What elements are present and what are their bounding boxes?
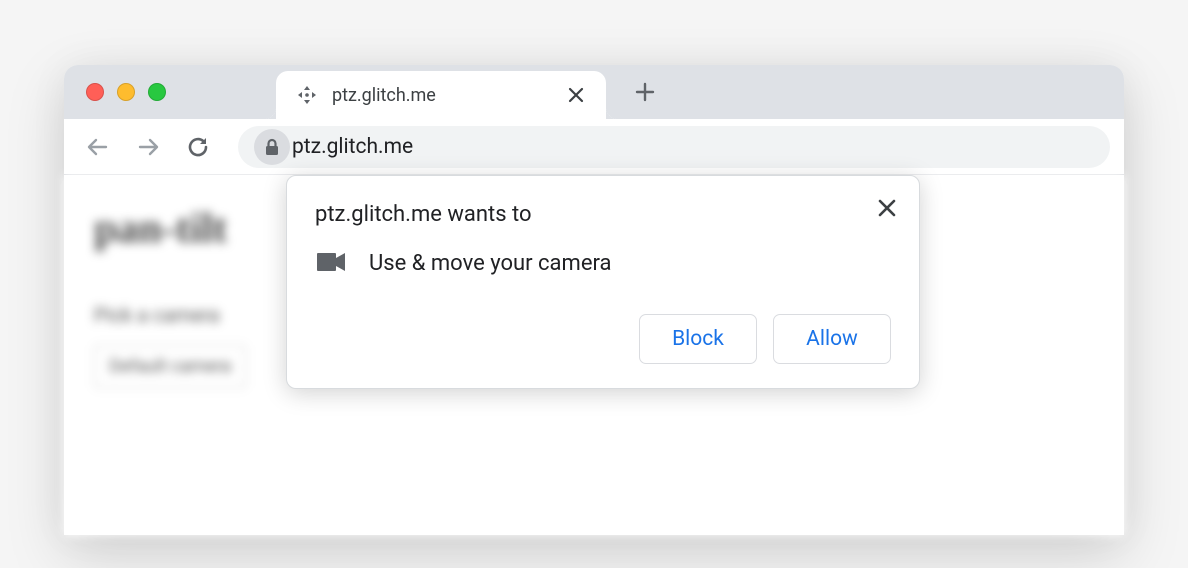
arrow-right-icon	[135, 134, 161, 160]
close-icon	[568, 87, 584, 103]
permission-row: Use & move your camera	[315, 251, 891, 276]
minimize-window-button[interactable]	[117, 83, 135, 101]
permission-prompt: ptz.glitch.me wants to Use & move your c…	[286, 175, 920, 389]
back-button[interactable]	[78, 127, 118, 167]
camera-icon	[317, 252, 345, 276]
new-tab-button[interactable]	[624, 71, 666, 113]
toolbar: ptz.glitch.me	[64, 119, 1124, 175]
forward-button[interactable]	[128, 127, 168, 167]
reload-button[interactable]	[178, 127, 218, 167]
browser-window: ptz.glitch.me	[64, 65, 1124, 535]
maximize-window-button[interactable]	[148, 83, 166, 101]
dismiss-prompt-button[interactable]	[873, 194, 901, 222]
tab-title: ptz.glitch.me	[332, 85, 550, 106]
close-window-button[interactable]	[86, 83, 104, 101]
address-bar[interactable]: ptz.glitch.me	[238, 126, 1110, 168]
permission-text: Use & move your camera	[369, 251, 611, 276]
allow-button[interactable]: Allow	[773, 314, 891, 364]
reload-icon	[186, 135, 210, 159]
lock-icon	[264, 138, 280, 156]
site-info-button[interactable]	[254, 129, 290, 165]
browser-tab[interactable]: ptz.glitch.me	[276, 71, 606, 119]
close-icon	[878, 199, 896, 217]
move-icon	[296, 84, 318, 106]
camera-select[interactable]: Default camera	[94, 345, 246, 388]
tab-strip: ptz.glitch.me	[64, 65, 1124, 119]
block-button[interactable]: Block	[639, 314, 757, 364]
prompt-actions: Block Allow	[315, 314, 891, 364]
url-text: ptz.glitch.me	[292, 135, 413, 159]
plus-icon	[634, 81, 656, 103]
arrow-left-icon	[85, 134, 111, 160]
prompt-origin-text: ptz.glitch.me wants to	[315, 202, 891, 227]
close-tab-button[interactable]	[566, 85, 586, 105]
window-controls	[86, 83, 166, 101]
